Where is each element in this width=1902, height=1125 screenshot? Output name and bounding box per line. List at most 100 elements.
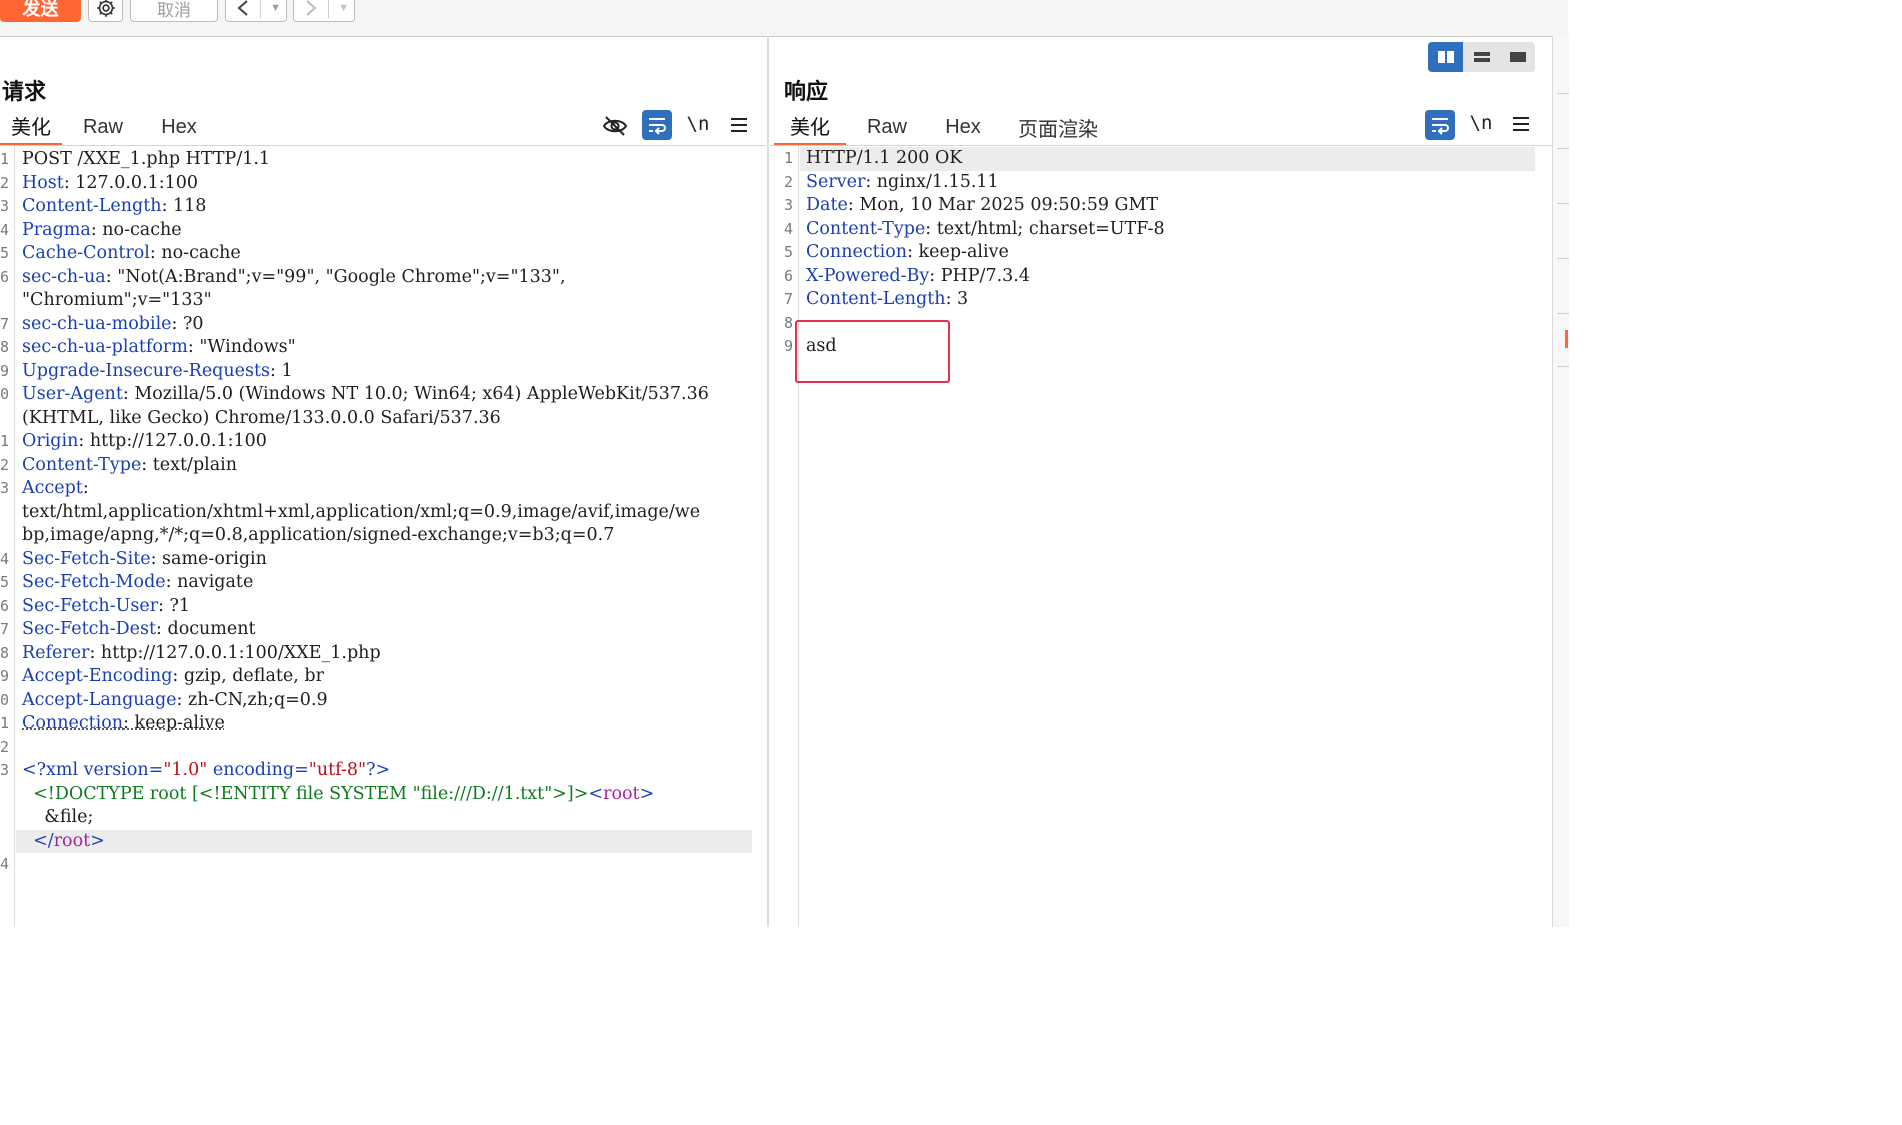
header-name: Sec-Fetch-Mode [22,572,166,592]
header-name: Sec-Fetch-Dest [22,619,157,639]
show-newlines-button[interactable]: \n [683,109,713,139]
code-token: POST /XXE_1.php HTTP/1.1 [22,149,271,169]
view-split-columns-button[interactable] [1428,42,1463,72]
tab-response-hex[interactable]: Hex [932,108,994,146]
code-line: Cache-Control: no-cache [22,242,241,265]
response-editor[interactable]: 1 HTTP/1.1 200 OK 2 Server: nginx/1.15.11 3 D… [770,147,1540,927]
word-wrap-button[interactable] [642,110,672,140]
code-line: Accept: [22,477,89,500]
header-name: Connection [806,242,908,262]
code-line: (KHTML, like Gecko) Chrome/133.0.0.0 Saf… [22,407,501,430]
pane-splitter[interactable] [767,36,769,927]
tab-response-raw[interactable]: Raw [856,108,918,146]
code-token: version [83,760,149,780]
view-single-pane-button[interactable] [1500,42,1535,72]
line-number: 7 [0,314,10,333]
code-token: = [148,760,164,780]
code-line: sec-ch-ua-mobile: ?0 [22,313,204,336]
back-history-dropdown-icon[interactable]: ▼ [270,2,281,14]
forward-history-dropdown-icon[interactable]: ▼ [338,2,349,14]
code-token: text/html,application/xhtml+xml,applicat… [22,501,701,522]
header-name: Origin [22,431,79,451]
hide-nonprintable-button[interactable] [600,111,630,141]
line-number: 3 [784,196,794,214]
line-number: 2 [0,173,10,192]
line-number: 9 [0,361,10,380]
code-token: : Mozilla/5.0 (Windows NT 10.0; Win64; x… [122,384,709,404]
code-token: "utf-8" [308,760,367,780]
response-show-newlines-button[interactable]: \n [1466,108,1496,138]
request-menu-button[interactable] [724,110,754,140]
request-editor[interactable]: 1 POST /XXE_1.php HTTP/1.1 2 Host: 127.0.0.… [0,148,766,927]
response-menu-button[interactable] [1506,109,1536,139]
code-line: X-Powered-By: PHP/7.3.4 [806,265,1030,288]
code-line: Host: 127.0.0.1:100 [22,172,198,195]
line-number: 5 [784,243,794,261]
tab-response-pretty[interactable]: 美化 [774,108,846,146]
sidebar-active-indicator [1565,330,1568,348]
header-name: Date [806,195,848,215]
tab-request-hex[interactable]: Hex [148,108,210,146]
header-name: X-Powered-By [806,265,930,286]
code-token: <?xml [22,760,84,780]
chevron-left-icon [237,0,248,16]
inspector-sidebar[interactable] [1552,36,1569,927]
code-line: <?xml version="1.0" encoding="utf-8"?> [22,759,390,782]
code-token: <!DOCTYPE root [<!ENTITY file SYSTEM "fi… [22,783,589,804]
code-token: = [294,760,309,780]
send-button[interactable]: 发送 [0,0,81,22]
chevron-right-icon [306,0,317,16]
header-name: User-Agent [22,384,123,404]
header-name: sec-ch-ua-mobile [22,313,172,334]
menu-icon [1513,117,1529,131]
code-token: : "Windows" [187,337,296,357]
cancel-button[interactable]: 取消 [130,0,218,22]
header-name: Connection [22,713,124,733]
tab-request-pretty[interactable]: 美化 [0,108,62,146]
code-line: Date: Mon, 10 Mar 2025 09:50:59 GMT [806,194,1158,217]
code-token: : nginx/1.15.11 [865,171,999,192]
line-number: 4 [0,220,10,239]
code-token: : http://127.0.0.1:100 [78,431,267,451]
wrap-icon [649,118,666,135]
code-line: Content-Type: text/plain [22,454,237,477]
request-title: 请求 [2,79,47,104]
view-split-rows-button[interactable] [1464,42,1499,72]
current-line-highlight [16,829,752,853]
header-name: Content-Type [806,218,926,239]
line-number: 7 [0,620,10,638]
single-pane-icon [1509,52,1526,62]
code-line: </root> [22,830,105,853]
sidebar-separator [1557,258,1569,259]
settings-button[interactable] [88,0,123,22]
gear-icon [96,0,115,17]
code-line: Sec-Fetch-Mode: navigate [22,571,253,594]
code-token: : text/html; charset=UTF-8 [925,218,1165,239]
code-token: : ?1 [158,595,191,616]
forward-button[interactable]: ▼ [293,0,355,22]
code-token: : 3 [945,289,969,309]
header-name: Accept [22,478,83,498]
line-number: 0 [0,385,10,403]
code-token: : Mon, 10 Mar 2025 09:50:59 GMT [847,195,1159,215]
response-word-wrap-button[interactable] [1425,110,1455,140]
code-line: Pragma: no-cache [22,219,182,242]
response-tabs: 美化 Raw Hex 页面渲染 \n [772,108,1550,146]
code-token: </ [22,830,54,851]
back-button[interactable]: ▼ [225,0,287,22]
tab-response-render[interactable]: 页面渲染 [1010,108,1106,146]
view-mode-group [1428,42,1535,72]
header-name: Content-Type [22,454,142,475]
header-name: Sec-Fetch-Site [22,548,151,569]
code-line: Server: nginx/1.15.11 [806,171,999,194]
code-line: Accept-Language: zh-CN,zh;q=0.9 [22,689,328,712]
code-token: (KHTML, like Gecko) Chrome/133.0.0.0 Saf… [22,407,501,428]
line-number: 1 [0,714,10,732]
code-line: Referer: http://127.0.0.1:100/XXE_1.php [22,642,381,665]
code-token: ?> [366,760,391,780]
tab-request-raw[interactable]: Raw [72,108,134,146]
code-line: User-Agent: Mozilla/5.0 (Windows NT 10.0… [22,383,709,406]
line-number: 3 [0,479,10,497]
line-number: 2 [0,737,10,756]
line-number: 7 [784,290,794,308]
